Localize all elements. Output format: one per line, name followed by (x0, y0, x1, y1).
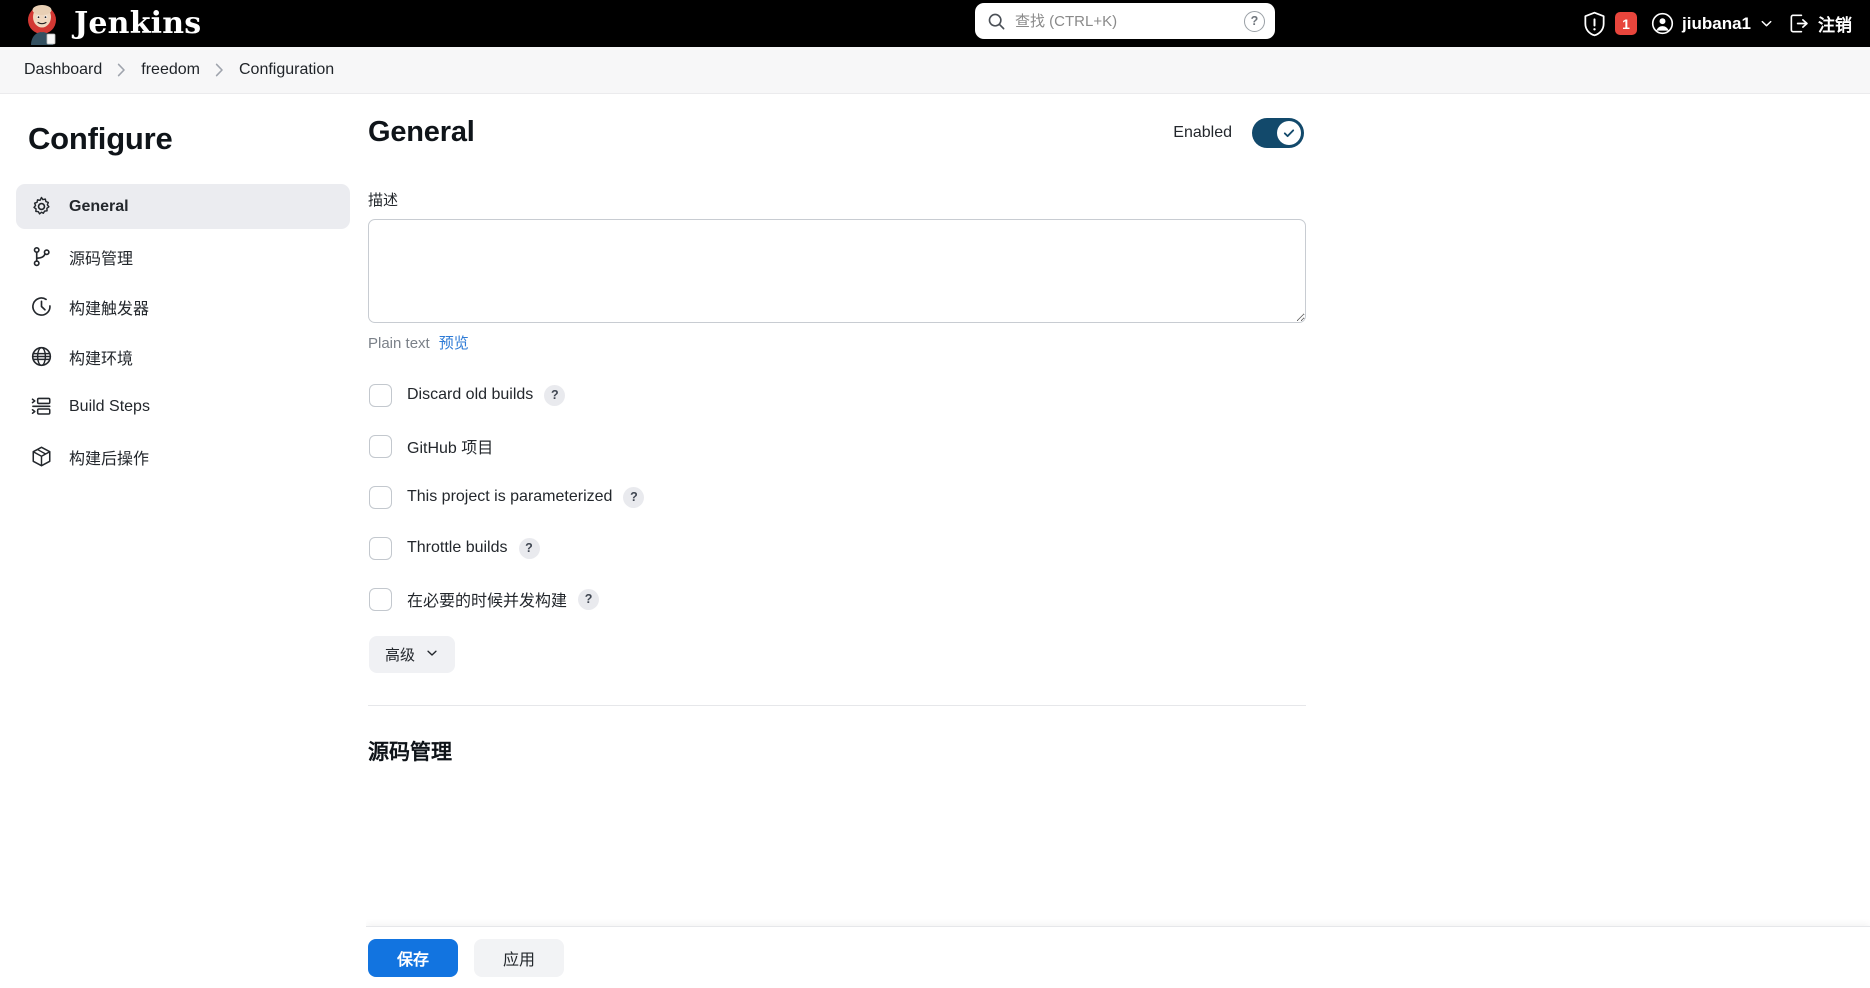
sidebar-item-build-steps[interactable]: Build Steps (16, 384, 350, 429)
checkbox-label: GitHub 项目 (407, 434, 493, 458)
checkbox-text: GitHub 项目 (407, 440, 494, 457)
header-right-cluster: 1 jiubana1 注销 (1582, 0, 1852, 47)
description-field-group: 描述 Plain text 预览 (368, 189, 1306, 353)
sidebar-item-scm[interactable]: 源码管理 (16, 234, 350, 279)
checkbox-concurrent-builds[interactable] (369, 587, 392, 611)
user-menu-button[interactable]: jiubana1 (1651, 12, 1774, 35)
sidebar-item-general[interactable]: General (16, 184, 350, 229)
checkbox-row-throttle-builds[interactable]: Throttle builds ? (368, 532, 1306, 564)
sidebar-item-label: 源码管理 (69, 250, 134, 268)
configure-sidebar: Configure General 源码管理 构建触发器 构建环境 Build … (0, 94, 366, 988)
sidebar-item-label: 构建触发器 (69, 300, 150, 318)
sidebar-item-label: 构建后操作 (69, 450, 150, 468)
checkbox-row-discard-old-builds[interactable]: Discard old builds ? (368, 379, 1306, 411)
checkbox-github-project[interactable] (369, 434, 392, 458)
breadcrumb-separator (117, 63, 126, 77)
checkbox-row-github-project[interactable]: GitHub 项目 (368, 430, 1306, 462)
general-options-checkbox-list: Discard old builds ? GitHub 项目 This proj… (368, 379, 1306, 673)
sidebar-item-post-build-actions[interactable]: 构建后操作 (16, 434, 350, 479)
jenkins-butler-logo-icon (22, 3, 62, 45)
section-header-general: General Enabled (368, 116, 1306, 149)
section-title-scm: 源码管理 (368, 741, 452, 764)
checkbox-row-parameterized[interactable]: This project is parameterized ? (368, 481, 1306, 513)
breadcrumb-item-configuration[interactable]: Configuration (237, 59, 336, 81)
brand-name: Jenkins (74, 5, 202, 41)
breadcrumb-separator (215, 63, 224, 77)
jenkins-home-link[interactable]: Jenkins (22, 0, 201, 47)
enabled-control: Enabled (1173, 117, 1304, 148)
logout-button[interactable]: 注销 (1788, 11, 1852, 36)
logout-label: 注销 (1818, 16, 1852, 35)
search-input[interactable] (1015, 12, 1235, 30)
globe-icon (30, 345, 53, 368)
help-icon[interactable]: ? (578, 588, 600, 610)
global-search[interactable]: ? (975, 3, 1275, 39)
section-divider (368, 705, 1306, 706)
checkbox-text: Discard old builds (407, 386, 534, 403)
clock-icon (30, 295, 53, 318)
list-steps-icon (30, 395, 53, 418)
gear-icon (30, 195, 53, 218)
section-title-general: General (368, 116, 475, 148)
plain-text-label: Plain text (368, 335, 430, 352)
git-branch-icon (30, 245, 53, 268)
chevron-down-icon (1759, 16, 1774, 31)
enabled-toggle[interactable] (1252, 117, 1304, 148)
search-icon (987, 12, 1006, 31)
checkbox-text: Throttle builds (407, 539, 508, 556)
form-action-bar: 保存 应用 (366, 926, 1870, 988)
page-body: Configure General 源码管理 构建触发器 构建环境 Build … (0, 94, 1870, 988)
sidebar-item-label: Build Steps (69, 397, 150, 415)
checkbox-throttle-builds[interactable] (369, 536, 392, 560)
checkbox-label: This project is parameterized ? (407, 486, 645, 508)
help-icon[interactable]: ? (518, 537, 540, 559)
sidebar-item-label: 构建环境 (69, 350, 134, 368)
description-label: 描述 (368, 192, 399, 209)
checkbox-row-concurrent-builds[interactable]: 在必要的时候并发构建 ? (368, 583, 1306, 615)
checkbox-this-project-is-parameterized[interactable] (369, 485, 392, 509)
page-title: Configure (28, 121, 173, 156)
package-box-icon (30, 445, 53, 468)
toggle-knob (1277, 120, 1301, 145)
help-icon[interactable]: ? (544, 384, 566, 406)
checkbox-discard-old-builds[interactable] (369, 383, 392, 407)
search-box[interactable]: ? (975, 3, 1275, 39)
breadcrumb: Dashboard freedom Configuration (0, 47, 1870, 94)
security-alerts-button[interactable]: 1 (1582, 11, 1638, 37)
breadcrumb-item-freedom[interactable]: freedom (139, 59, 202, 81)
search-help-icon[interactable]: ? (1244, 10, 1265, 32)
top-header-bar: Jenkins ? 1 (0, 0, 1870, 47)
check-icon (1283, 128, 1295, 137)
chevron-down-icon (425, 646, 439, 664)
enabled-label: Enabled (1173, 123, 1232, 141)
sidebar-item-build-environment[interactable]: 构建环境 (16, 334, 350, 379)
checkbox-label: Discard old builds ? (407, 384, 566, 406)
checkbox-label: 在必要的时候并发构建 ? (407, 587, 600, 611)
checkbox-text: 在必要的时候并发构建 (407, 593, 568, 610)
description-footer: Plain text 预览 (368, 332, 1306, 353)
breadcrumb-item-dashboard[interactable]: Dashboard (22, 59, 104, 81)
description-textarea[interactable] (368, 219, 1306, 323)
apply-button[interactable]: 应用 (474, 938, 564, 977)
checkbox-label: Throttle builds ? (407, 537, 540, 559)
help-icon[interactable]: ? (623, 486, 645, 508)
advanced-button[interactable]: 高级 (369, 636, 456, 673)
user-circle-icon (1651, 12, 1674, 35)
preview-link[interactable]: 预览 (439, 332, 469, 353)
sidebar-item-label: General (69, 197, 129, 215)
checkbox-text: This project is parameterized (407, 488, 613, 505)
user-name-label: jiubana1 (1682, 13, 1751, 33)
configure-main-panel: General Enabled 描述 Plain text 预览 Discard… (366, 94, 1870, 988)
logout-icon (1788, 12, 1811, 35)
main-content: General Enabled 描述 Plain text 预览 Discard… (366, 116, 1466, 766)
shield-exclamation-icon (1582, 11, 1607, 37)
save-button[interactable]: 保存 (368, 938, 458, 977)
advanced-label: 高级 (385, 647, 416, 664)
sidebar-item-build-triggers[interactable]: 构建触发器 (16, 284, 350, 329)
security-alert-count-badge: 1 (1615, 12, 1638, 35)
